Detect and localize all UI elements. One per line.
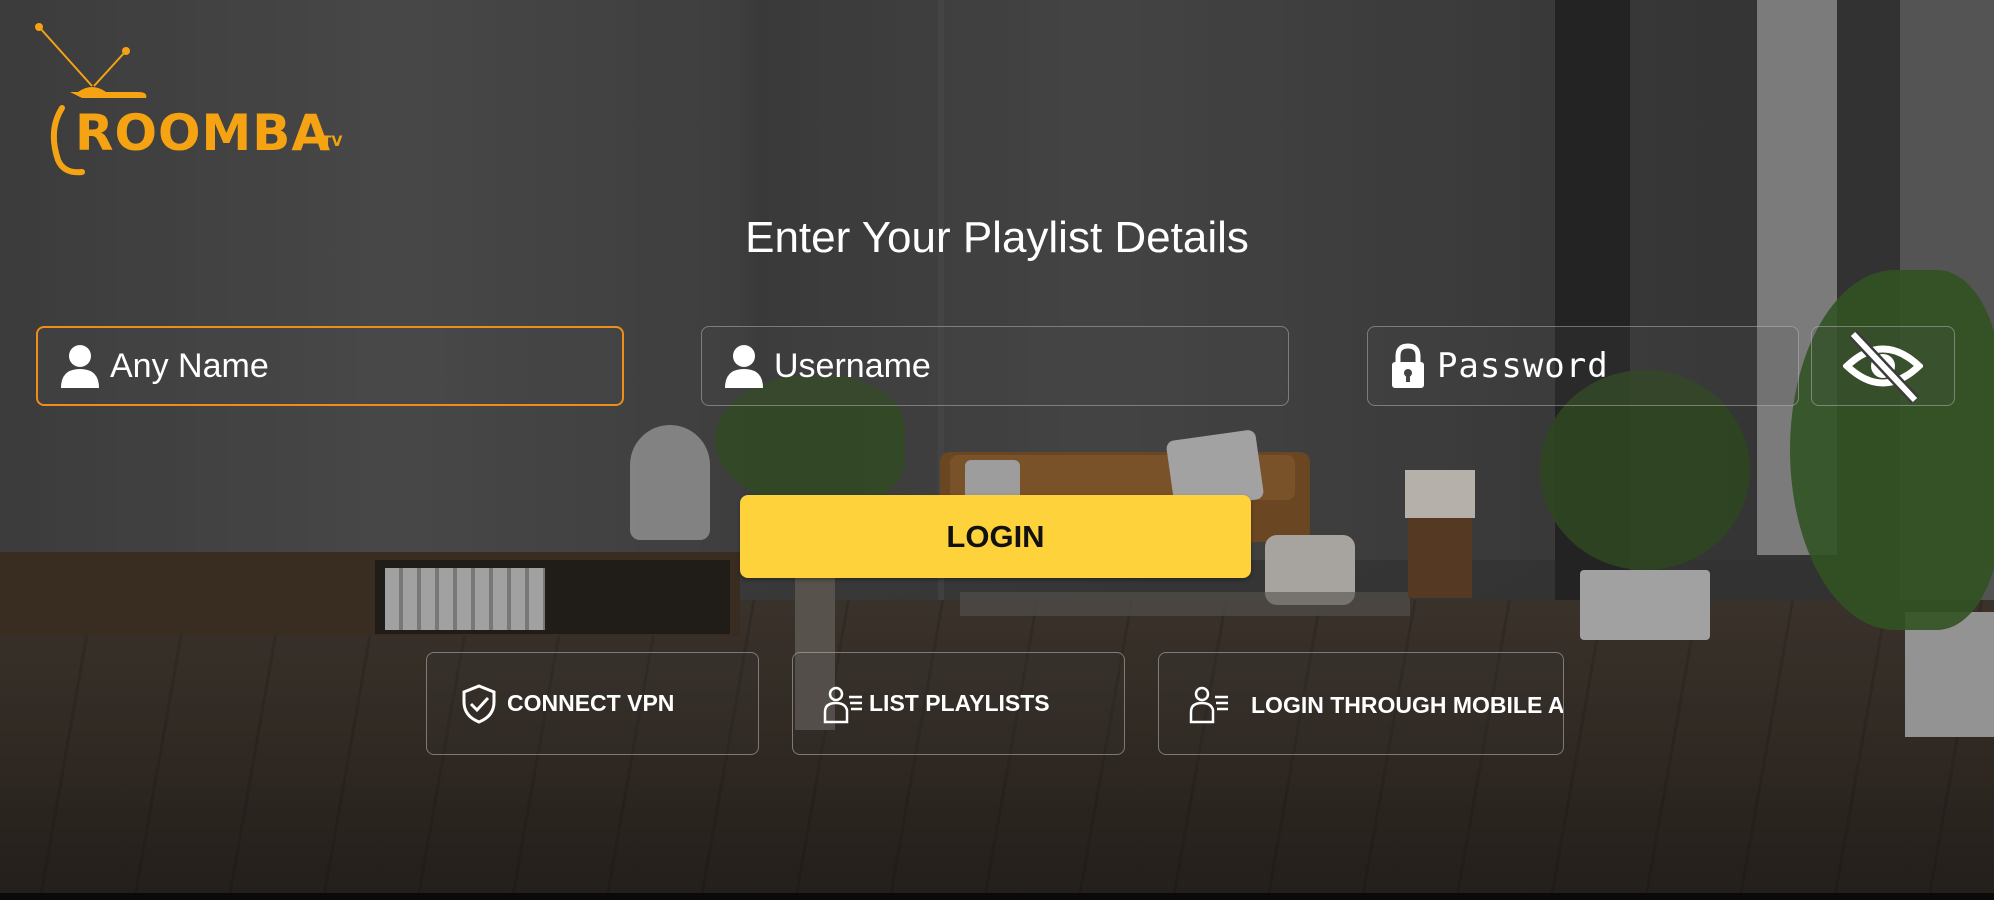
password-input[interactable] (1436, 346, 1798, 386)
login-through-mobile-button[interactable]: LOGIN THROUGH MOBILE APP (1158, 652, 1564, 755)
brand-superscript: TV (322, 134, 343, 150)
list-playlists-button[interactable]: LIST PLAYLISTS (792, 652, 1125, 755)
login-through-mobile-label: LOGIN THROUGH MOBILE APP (1251, 692, 1564, 718)
shield-check-icon (459, 682, 499, 726)
lock-icon (1390, 341, 1427, 391)
username-field[interactable] (701, 326, 1289, 406)
eye-slash-icon (1843, 330, 1923, 404)
bottom-edge (0, 893, 1994, 900)
login-button[interactable]: LOGIN (740, 495, 1251, 578)
app-logo: ROOMBA TV (30, 20, 350, 180)
page-title: Enter Your Playlist Details (745, 213, 1249, 262)
connect-vpn-button[interactable]: CONNECT VPN (426, 652, 759, 755)
brand-name: ROOMBA (75, 104, 332, 162)
connect-vpn-label: CONNECT VPN (507, 690, 675, 716)
user-list-icon (1189, 682, 1229, 726)
list-playlists-label: LIST PLAYLISTS (869, 690, 1050, 716)
any-name-field[interactable] (36, 326, 624, 406)
any-name-input[interactable] (110, 346, 622, 386)
password-field[interactable] (1367, 326, 1799, 406)
user-icon (60, 341, 100, 391)
user-list-icon (823, 682, 863, 726)
username-input[interactable] (774, 346, 1288, 386)
user-icon (724, 341, 764, 391)
toggle-password-visibility-button[interactable] (1811, 326, 1955, 406)
